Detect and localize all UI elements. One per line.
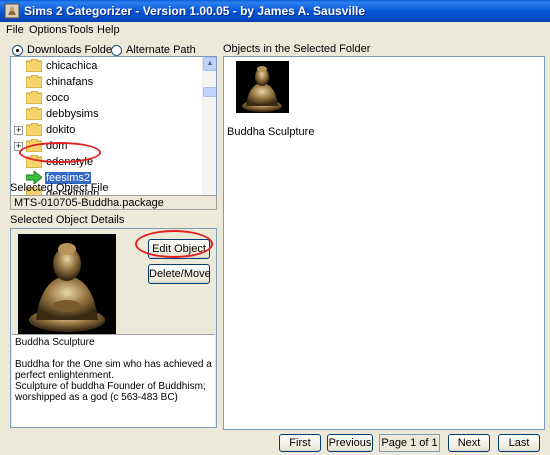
edit-button-highlight xyxy=(135,230,213,258)
tree-item-label: coco xyxy=(46,92,70,104)
details-label: Selected Object Details xyxy=(10,214,125,226)
window-title: Sims 2 Categorizer - Version 1.00.05 - b… xyxy=(24,4,366,18)
objects-list[interactable]: Buddha Sculpture xyxy=(223,56,545,430)
title-bar: Sims 2 Categorizer - Version 1.00.05 - b… xyxy=(0,0,550,22)
object-description: Buddha Sculpture Buddha for the One sim … xyxy=(12,334,215,427)
folder-tree-scrollbar[interactable]: ▲ ▼ xyxy=(202,57,216,209)
folder-icon xyxy=(25,106,43,121)
app-icon xyxy=(4,3,20,19)
folder-icon xyxy=(25,122,43,137)
downloads-folder-option[interactable]: Downloads Folder xyxy=(12,43,116,57)
objects-label: Objects in the Selected Folder xyxy=(223,43,371,55)
previous-page-button[interactable]: Previous xyxy=(327,434,373,452)
folder-icon xyxy=(25,90,43,105)
menu-options[interactable]: Options xyxy=(29,24,67,36)
menu-bar: File Options Tools Help xyxy=(0,22,550,39)
expand-icon[interactable]: + xyxy=(14,126,23,135)
tree-item[interactable]: chicachica xyxy=(11,58,202,74)
tree-item[interactable]: chinafans xyxy=(11,74,202,90)
downloads-folder-radio[interactable] xyxy=(12,44,23,56)
tree-item[interactable]: + dokito xyxy=(11,122,202,138)
delete-move-button[interactable]: Delete/Move xyxy=(148,264,211,284)
next-page-button[interactable]: Next xyxy=(448,434,490,452)
description-line: worshipped as a god (c 563-483 BC) xyxy=(15,392,178,403)
tree-item-label: chicachica xyxy=(46,60,98,72)
selected-file-field: MTS-010705-Buddha.package xyxy=(10,195,217,210)
tree-item-label: dokito xyxy=(46,124,76,136)
folder-icon xyxy=(25,58,43,73)
selected-folder-highlight xyxy=(19,142,101,163)
object-preview-image xyxy=(18,234,116,334)
description-line: perfect enlightenment. xyxy=(15,370,114,381)
details-box: Edit Object Delete/Move Buddha Sculpture… xyxy=(10,228,217,428)
downloads-folder-label: Downloads Folder xyxy=(27,44,116,56)
alternate-path-radio[interactable] xyxy=(111,44,122,56)
page-indicator: Page 1 of 1 xyxy=(379,434,440,452)
folder-icon xyxy=(25,74,43,89)
object-tile-label: Buddha Sculpture xyxy=(227,126,315,138)
description-line: Buddha for the One sim who has achieved … xyxy=(15,359,215,370)
menu-file[interactable]: File xyxy=(6,24,24,36)
objects-panel: Objects in the Selected Folder Buddha Sc… xyxy=(223,40,545,435)
alternate-path-option[interactable]: Alternate Path xyxy=(111,43,196,57)
tree-item-label: debbysims xyxy=(46,108,99,120)
scroll-thumb[interactable] xyxy=(203,87,216,97)
tree-item[interactable]: debbysims xyxy=(11,106,202,122)
object-name: Buddha Sculpture xyxy=(15,337,95,348)
description-spacer xyxy=(15,348,212,359)
last-page-button[interactable]: Last xyxy=(498,434,540,452)
scroll-up-button[interactable]: ▲ xyxy=(203,57,216,71)
alternate-path-label: Alternate Path xyxy=(126,44,196,56)
pager-bar: First Previous Page 1 of 1 Next Last xyxy=(0,434,550,455)
selected-file-label: Selected Object File xyxy=(10,182,109,194)
tree-item[interactable]: coco xyxy=(11,90,202,106)
menu-tools[interactable]: Tools xyxy=(68,24,94,36)
menu-help[interactable]: Help xyxy=(97,24,120,36)
object-thumbnail[interactable] xyxy=(236,61,289,113)
object-tile[interactable]: Buddha Sculpture xyxy=(224,57,314,141)
description-line: Sculpture of buddha Founder of Buddhism; xyxy=(15,381,206,392)
tree-item-label: chinafans xyxy=(46,76,94,88)
first-page-button[interactable]: First xyxy=(279,434,321,452)
